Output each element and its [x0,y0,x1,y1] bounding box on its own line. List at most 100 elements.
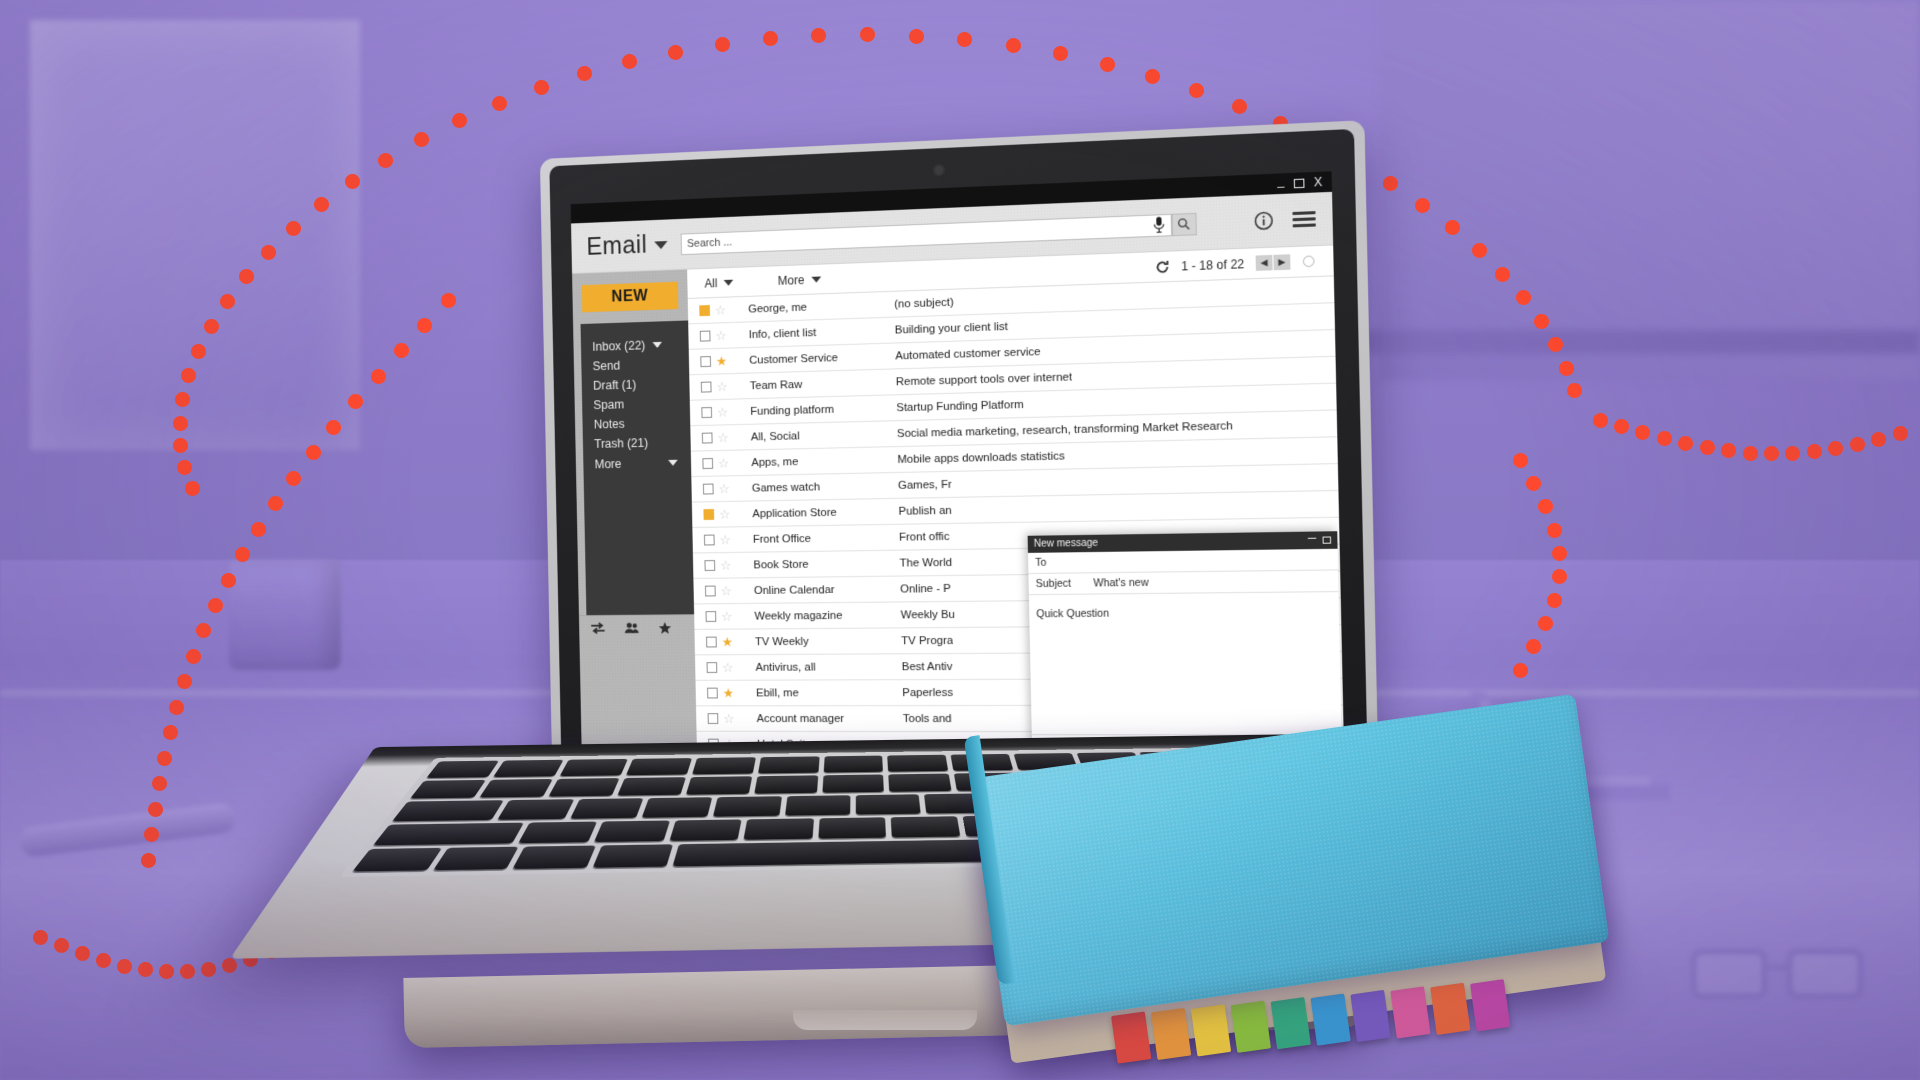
row-sender: Application Store [752,506,837,520]
row-checkbox[interactable] [699,305,711,317]
row-star-icon[interactable]: ★ [718,685,739,701]
keyboard-key [409,780,486,799]
row-star-icon[interactable]: ☆ [714,506,735,522]
row-checkbox[interactable] [707,687,718,699]
row-star-icon[interactable]: ☆ [716,608,737,624]
search-box[interactable] [680,213,1172,255]
background-window-right [1380,0,1920,380]
row-star-icon[interactable]: ☆ [711,378,732,394]
row-sender: Book Store [753,558,809,571]
hamburger-menu-icon[interactable] [1292,211,1316,228]
row-subject: Front offic [898,530,950,544]
row-subject: Building your client list [894,320,1009,337]
row-checkbox[interactable] [705,611,717,622]
row-checkbox[interactable] [706,636,717,648]
glasses-decoration [1690,930,1900,1025]
keyboard-key [512,845,597,870]
sidebar-item-draft[interactable]: Draft (1) [593,373,690,395]
compose-subject-field[interactable]: Subject What's new [1028,570,1339,596]
row-checkbox[interactable] [706,662,718,673]
row-sender: Team Raw [749,378,803,392]
brand-logo[interactable]: Email [582,230,668,262]
info-icon[interactable] [1254,211,1274,231]
sidebar: NEW Inbox (22) Send Draft (1) Spam Notes… [572,269,697,750]
compose-body[interactable]: Quick Question [1029,592,1342,734]
compose-to-label: To [1035,556,1047,569]
microphone-icon[interactable] [1153,216,1165,234]
row-subject: Paperless [902,686,954,699]
window-close-button[interactable]: X [1314,175,1323,190]
prev-page-button[interactable]: ◀ [1255,254,1274,271]
row-checkbox[interactable] [701,432,713,444]
sidebar-item-trash[interactable]: Trash (21) [594,432,691,454]
row-star-icon[interactable]: ☆ [712,430,733,446]
search-input[interactable] [686,219,1147,250]
search-area [680,212,1197,255]
row-star-icon[interactable]: ★ [711,353,732,369]
row-subject: Startup Funding Platform [896,398,1024,414]
row-star-icon[interactable]: ☆ [718,711,739,727]
transfer-icon[interactable] [590,622,605,635]
select-all-dropdown[interactable]: All [704,275,734,290]
notebook-tab [1150,1007,1192,1061]
row-checkbox[interactable] [707,713,719,724]
keyboard-key [713,796,782,817]
compose-maximize-button[interactable] [1322,536,1332,544]
row-checkbox[interactable] [704,585,716,597]
row-checkbox[interactable] [704,560,716,571]
refresh-icon[interactable] [1155,259,1170,274]
chevron-down-icon[interactable] [668,459,678,466]
row-checkbox[interactable] [700,381,712,393]
compose-new-button[interactable]: NEW [581,281,679,313]
sidebar-item-notes[interactable]: Notes [594,412,691,434]
keyboard-key [668,819,742,841]
webcam-icon [934,166,944,175]
row-checkbox[interactable] [699,330,711,342]
row-star-icon[interactable]: ★ [717,634,738,650]
window-maximize-button[interactable] [1293,178,1305,188]
next-page-button[interactable]: ▶ [1273,254,1292,271]
keyboard-key [641,797,713,818]
row-star-icon[interactable]: ☆ [714,532,735,548]
sidebar-item-spam[interactable]: Spam [593,393,690,415]
row-star-icon[interactable]: ☆ [710,327,731,343]
chevron-down-icon[interactable] [723,279,734,286]
chevron-down-icon[interactable] [652,341,663,349]
row-checkbox[interactable] [700,356,712,368]
star-icon[interactable] [658,621,672,635]
compose-window-controls [1307,536,1332,544]
plant-decoration [205,440,365,670]
keyboard-key [888,773,952,793]
keyboard-key [479,779,553,798]
laptop-lid: _ X Email Search ... NEW Inbox (22) Send… [539,120,1379,783]
row-star-icon[interactable]: ☆ [715,557,736,573]
chevron-down-icon[interactable] [653,240,668,249]
row-checkbox[interactable] [702,483,714,495]
notebook [963,693,1625,1065]
compose-subject-value: What's new [1093,576,1149,590]
sidebar-item-more[interactable]: More [594,453,691,475]
settings-toggle-icon[interactable] [1302,255,1315,268]
chevron-down-icon[interactable] [811,275,821,283]
row-checkbox[interactable] [701,407,713,419]
row-star-icon[interactable]: ☆ [710,302,731,318]
row-star-icon[interactable]: ☆ [715,583,736,599]
row-sender: Customer Service [749,351,838,367]
row-subject: The World [899,556,953,570]
row-star-icon[interactable]: ☆ [713,481,734,497]
compose-minimize-button[interactable] [1307,537,1317,540]
window-minimize-button[interactable]: _ [1277,173,1284,188]
row-checkbox[interactable] [703,534,715,546]
pagination-count: 1 - 18 of 22 [1181,256,1245,274]
row-checkbox[interactable] [703,509,715,521]
row-sender: Front Office [752,532,811,546]
row-star-icon[interactable]: ☆ [713,455,734,471]
search-button[interactable] [1171,212,1197,236]
row-subject: Games, Fr [897,478,952,492]
row-checkbox[interactable] [702,458,714,470]
row-star-icon[interactable]: ☆ [712,404,733,420]
row-star-icon[interactable]: ☆ [717,660,738,676]
more-actions-dropdown[interactable]: More [778,272,821,287]
contacts-icon[interactable] [624,622,639,635]
search-icon [1177,217,1191,231]
